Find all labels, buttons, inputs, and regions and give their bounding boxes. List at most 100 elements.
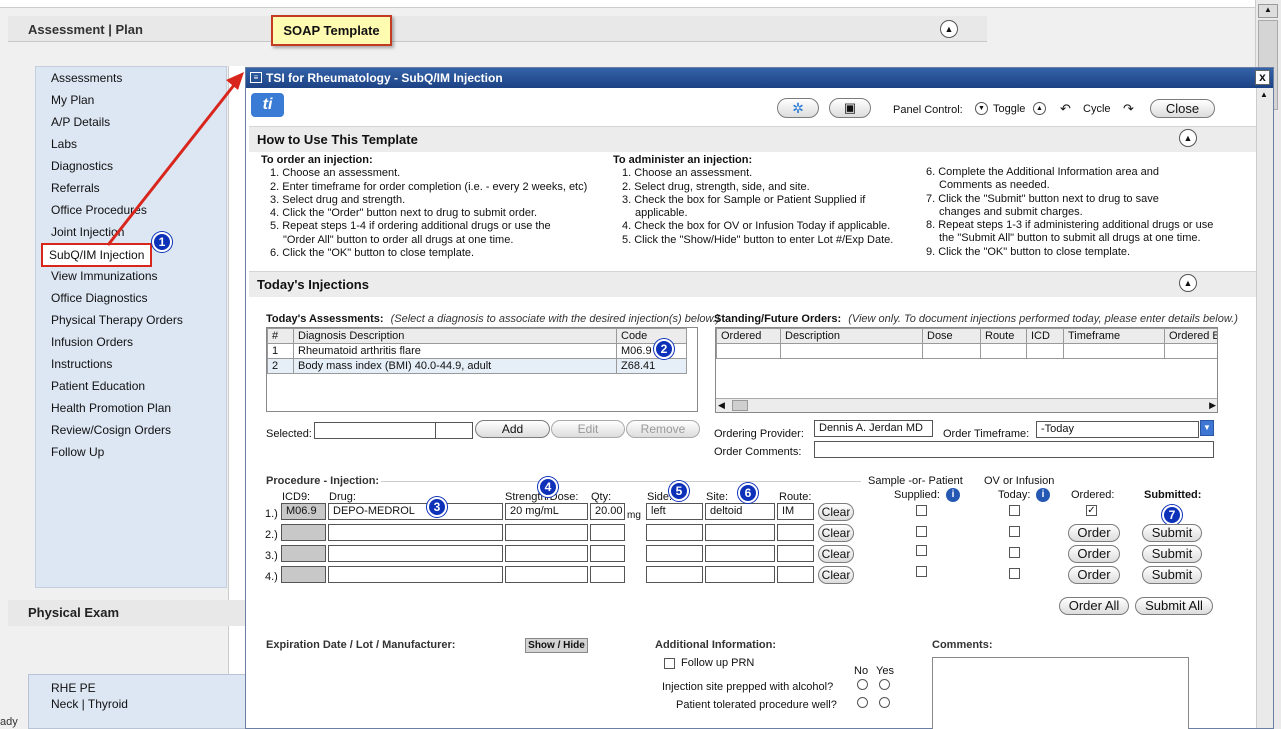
order-timeframe-select[interactable]: -Today bbox=[1036, 421, 1199, 438]
route-col-label: Route: bbox=[779, 491, 812, 503]
standing-header-row: Ordered Description Dose Route ICD Timef… bbox=[716, 328, 1217, 344]
icd9-field[interactable] bbox=[281, 566, 326, 583]
window-menu-icon[interactable]: ≡ bbox=[250, 72, 262, 83]
route-field[interactable] bbox=[777, 524, 814, 541]
scroll-thumb[interactable] bbox=[732, 400, 748, 411]
close-button[interactable]: Close bbox=[1150, 99, 1215, 118]
submit-all-button[interactable]: Submit All bbox=[1135, 597, 1213, 615]
standing-orders-grid[interactable]: Ordered Description Dose Route ICD Timef… bbox=[715, 327, 1218, 413]
order-heading: To order an injection: bbox=[261, 154, 373, 166]
order-button[interactable]: Order bbox=[1068, 524, 1120, 542]
toggle-down-icon[interactable]: ▼ bbox=[975, 102, 988, 115]
assessments-grid[interactable]: # Diagnosis Description Code 1 Rheumatoi… bbox=[266, 327, 698, 412]
col-header: Ordered bbox=[716, 328, 781, 344]
order-button[interactable]: Order bbox=[1068, 545, 1120, 563]
sample-checkbox[interactable] bbox=[916, 566, 927, 577]
info-icon[interactable]: i bbox=[946, 488, 960, 502]
icd9-field[interactable] bbox=[281, 545, 326, 562]
order-step: 4. Click the "Order" button next to drug… bbox=[270, 207, 538, 220]
drug-field[interactable] bbox=[328, 566, 503, 583]
tolerated-no-radio[interactable] bbox=[857, 697, 868, 708]
sample-checkbox[interactable] bbox=[916, 526, 927, 537]
qty-field[interactable]: 20.00 bbox=[590, 503, 625, 520]
alcohol-yes-radio[interactable] bbox=[879, 679, 890, 690]
how-to-collapse-icon[interactable]: ▲ bbox=[1179, 129, 1197, 147]
qty-field[interactable] bbox=[590, 566, 625, 583]
site-field[interactable] bbox=[705, 524, 775, 541]
remove-button[interactable]: Remove bbox=[626, 420, 700, 438]
qty-field[interactable] bbox=[590, 545, 625, 562]
submit-button[interactable]: Submit bbox=[1142, 566, 1202, 584]
scroll-right-icon[interactable]: ▶ bbox=[1209, 400, 1216, 411]
table-row[interactable]: 2 Body mass index (BMI) 40.0-44.9, adult… bbox=[267, 358, 687, 374]
scroll-up-icon[interactable]: ▲ bbox=[1260, 90, 1268, 99]
info-icon[interactable]: i bbox=[1036, 488, 1050, 502]
follow-up-prn-checkbox[interactable] bbox=[664, 658, 675, 669]
route-field[interactable]: IM bbox=[777, 503, 814, 520]
clear-button[interactable]: Clear bbox=[818, 524, 854, 542]
icd9-field[interactable]: M06.9 bbox=[281, 503, 326, 520]
dialog-close-x-button[interactable]: x bbox=[1255, 70, 1270, 85]
strength-field[interactable] bbox=[505, 545, 588, 562]
submit-button[interactable]: Submit bbox=[1142, 545, 1202, 563]
ov-today-checkbox[interactable] bbox=[1009, 526, 1020, 537]
toggle-up-icon[interactable]: ▲ bbox=[1033, 102, 1046, 115]
cycle-label[interactable]: Cycle bbox=[1083, 103, 1111, 115]
save-button[interactable]: ▣ bbox=[829, 98, 871, 118]
horizontal-scrollbar[interactable]: ◀ ▶ bbox=[716, 398, 1217, 412]
ov-today-checkbox[interactable] bbox=[1009, 547, 1020, 558]
col-header: Ordered B bbox=[1164, 328, 1217, 344]
site-col-label: Site: bbox=[706, 491, 729, 503]
strength-field[interactable] bbox=[505, 566, 588, 583]
scroll-left-icon[interactable]: ◀ bbox=[718, 400, 725, 411]
side-field[interactable] bbox=[646, 524, 703, 541]
ordered-checkbox-checked-icon[interactable]: ✓ bbox=[1086, 505, 1097, 516]
site-field[interactable]: deltoid bbox=[705, 503, 775, 520]
drug-field[interactable] bbox=[328, 545, 503, 562]
sample-checkbox[interactable] bbox=[916, 505, 927, 516]
cycle-forward-icon[interactable]: ↷ bbox=[1123, 101, 1134, 117]
ov-today-checkbox[interactable] bbox=[1009, 568, 1020, 579]
ordering-provider-field[interactable]: Dennis A. Jerdan MD bbox=[814, 420, 933, 437]
ov-today-checkbox[interactable] bbox=[1009, 505, 1020, 516]
site-field[interactable] bbox=[705, 566, 775, 583]
alcohol-no-radio[interactable] bbox=[857, 679, 868, 690]
order-all-button[interactable]: Order All bbox=[1059, 597, 1129, 615]
todays-collapse-icon[interactable]: ▲ bbox=[1179, 274, 1197, 292]
toggle-label[interactable]: Toggle bbox=[993, 103, 1025, 115]
submit-step: the "Submit All" button to submit all dr… bbox=[939, 232, 1201, 245]
dialog-scrollbar[interactable]: ▲ bbox=[1256, 88, 1273, 728]
side-field[interactable] bbox=[646, 545, 703, 562]
edit-button[interactable]: Edit bbox=[551, 420, 625, 438]
clear-button[interactable]: Clear bbox=[818, 545, 854, 563]
show-hide-button[interactable]: Show / Hide bbox=[525, 638, 588, 653]
add-button[interactable]: Add bbox=[475, 420, 550, 438]
side-field[interactable] bbox=[646, 566, 703, 583]
order-button[interactable]: Order bbox=[1068, 566, 1120, 584]
refresh-button[interactable]: ✲ bbox=[777, 98, 819, 118]
submit-button[interactable]: Submit bbox=[1142, 524, 1202, 542]
timeframe-dropdown-icon[interactable]: ▼ bbox=[1200, 420, 1214, 436]
sample-checkbox[interactable] bbox=[916, 545, 927, 556]
tolerated-yes-radio[interactable] bbox=[879, 697, 890, 708]
site-field[interactable] bbox=[705, 545, 775, 562]
qty-field[interactable] bbox=[590, 524, 625, 541]
drug-field[interactable]: DEPO-MEDROL bbox=[328, 503, 503, 520]
cycle-back-icon[interactable]: ↶ bbox=[1060, 101, 1071, 117]
icd9-field[interactable] bbox=[281, 524, 326, 541]
clear-button[interactable]: Clear bbox=[818, 503, 854, 521]
alcohol-question: Injection site prepped with alcohol? bbox=[662, 681, 834, 693]
cell: 2 bbox=[267, 358, 294, 374]
selected-field[interactable] bbox=[314, 422, 436, 439]
route-field[interactable] bbox=[777, 566, 814, 583]
drug-field[interactable] bbox=[328, 524, 503, 541]
clear-button[interactable]: Clear bbox=[818, 566, 854, 584]
strength-field[interactable] bbox=[505, 524, 588, 541]
order-comments-field[interactable] bbox=[814, 441, 1214, 458]
comments-textarea[interactable] bbox=[932, 657, 1189, 729]
table-row[interactable]: 1 Rheumatoid arthritis flare M06.9 bbox=[267, 343, 687, 359]
selected-code-field[interactable] bbox=[435, 422, 473, 439]
side-field[interactable]: left bbox=[646, 503, 703, 520]
strength-field[interactable]: 20 mg/mL bbox=[505, 503, 588, 520]
route-field[interactable] bbox=[777, 545, 814, 562]
